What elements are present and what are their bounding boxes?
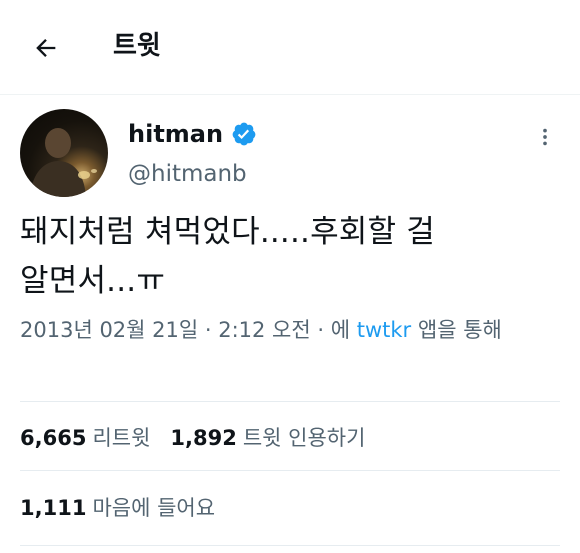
quote-label: 트윗 인용하기 (242, 426, 366, 450)
arrow-left-icon (36, 39, 56, 57)
back-button[interactable] (26, 28, 66, 68)
engagement-row: 6,665 리트윗 1,892 트윗 인용하기 (20, 420, 385, 456)
like-count: 1,111 (20, 496, 87, 520)
display-name[interactable]: hitman (128, 116, 223, 152)
divider (20, 470, 560, 471)
source-suffix: 앱을 통해 (417, 318, 502, 342)
quote-count: 1,892 (170, 426, 237, 450)
retweet-count: 6,665 (20, 426, 87, 450)
page-title: 트윗 (113, 31, 161, 61)
retweets-stat[interactable]: 6,665 리트윗 (20, 420, 150, 456)
source-app-link[interactable]: twtkr (357, 318, 411, 342)
retweet-label: 리트윗 (92, 426, 151, 450)
avatar-photo (30, 128, 97, 197)
tweet-meta: 2013년 02월 21일 · 2:12 오전 · 에 twtkr 앱을 통해 (20, 312, 560, 348)
divider (20, 401, 560, 402)
avatar[interactable] (20, 109, 108, 197)
tweet-timestamp[interactable]: 2013년 02월 21일 · 2:12 오전 · 에 (20, 318, 350, 342)
likes-row: 1,111 마음에 들어요 (20, 490, 235, 526)
divider (20, 545, 560, 546)
author-name-row[interactable]: hitman (128, 116, 257, 152)
author-handle[interactable]: @hitmanb (128, 156, 247, 192)
header-bar: 트윗 (0, 0, 580, 95)
like-label: 마음에 들어요 (92, 496, 216, 520)
likes-stat[interactable]: 1,111 마음에 들어요 (20, 490, 215, 526)
more-options-button[interactable] (530, 122, 560, 152)
quotes-stat[interactable]: 1,892 트윗 인용하기 (170, 420, 365, 456)
tweet-text: 돼지처럼 쳐먹었다.....후회할 걸 알면서...ㅠ (20, 214, 436, 299)
verified-badge-icon (232, 122, 256, 146)
more-vertical-icon (543, 128, 547, 146)
